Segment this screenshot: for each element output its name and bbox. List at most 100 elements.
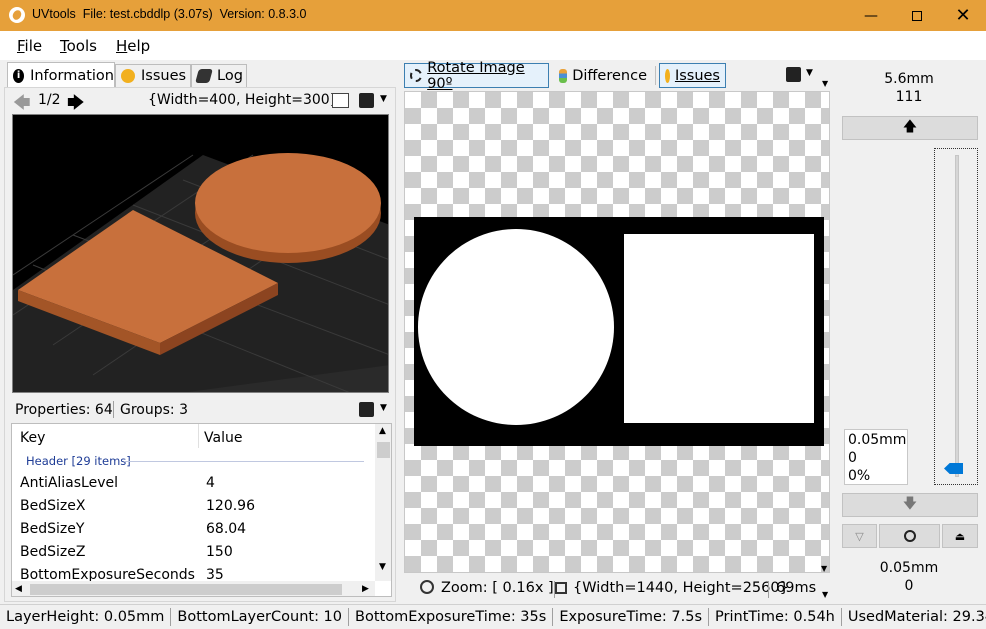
- app-logo-icon: [9, 7, 25, 23]
- horizontal-scrollbar[interactable]: ◀ ▶: [12, 581, 375, 596]
- title-bar: UVtools File: test.cbddlp (3.07s) Versio…: [0, 0, 986, 31]
- divider: [113, 401, 114, 418]
- properties-table[interactable]: Key Value Header [29 items] AntiAliasLev…: [11, 423, 392, 597]
- render-time: 69ms: [776, 580, 817, 596]
- magnifier-icon: [420, 580, 434, 594]
- preview-size: {Width=400, Height=300}: [148, 92, 339, 108]
- issues-icon: [121, 69, 135, 83]
- scroll-thumb[interactable]: [30, 584, 342, 595]
- scroll-thumb[interactable]: [377, 442, 390, 458]
- chevron-down-icon: ▽: [855, 529, 864, 543]
- bottom-layer-height: 0.05mm: [879, 560, 939, 576]
- layer-up-button[interactable]: ⏏: [942, 524, 978, 548]
- table-row[interactable]: AntiAliasLevel 4: [20, 475, 380, 497]
- arrow-up-icon: 🡅: [902, 119, 918, 135]
- exposure-status: ExposureTime: 7.5s: [559, 608, 710, 626]
- bottom-layer-count-status: BottomLayerCount: 10: [177, 608, 350, 626]
- top-layer-index: 111: [895, 89, 923, 105]
- table-row[interactable]: BedSizeZ 150: [20, 544, 380, 566]
- issues-icon: [665, 68, 670, 83]
- properties-count: Properties: 64: [15, 402, 113, 418]
- divider: [198, 424, 199, 448]
- save-icon[interactable]: [359, 93, 374, 108]
- window-title: UVtools File: test.cbddlp (3.07s) Versio…: [32, 7, 307, 21]
- maximize-button[interactable]: [894, 0, 940, 31]
- layer-canvas[interactable]: ▼: [404, 91, 830, 573]
- column-header-key[interactable]: Key: [20, 430, 45, 446]
- current-layer-percent: 0%: [848, 468, 871, 484]
- magnifier-icon: [903, 530, 916, 542]
- used-material-status: UsedMaterial: 29.34ml: [848, 608, 986, 626]
- preview-nav-row: 🡄 1/2 🡆 {Width=400, Height=300} ▼: [5, 88, 397, 114]
- divider: [655, 66, 656, 85]
- canvas-status-bar: Zoom: [ 0.16x ] {Width=1440, Height=2560…: [404, 576, 830, 602]
- difference-button[interactable]: Difference: [553, 63, 653, 88]
- menu-tools[interactable]: Tools: [60, 37, 97, 55]
- scroll-up-icon[interactable]: ▲: [379, 426, 386, 436]
- status-bar: LayerHeight: 0.05mm BottomLayerCount: 10…: [0, 604, 986, 629]
- layer-top-button[interactable]: 🡅: [842, 116, 978, 140]
- chevron-down-icon[interactable]: ▼: [806, 68, 813, 78]
- zoom-label: Zoom: [ 0.16x ]: [441, 580, 554, 596]
- bottom-layer-index: 0: [904, 578, 914, 594]
- log-book-icon: [195, 69, 213, 83]
- tab-log[interactable]: Log: [191, 64, 247, 87]
- save-icon[interactable]: [359, 402, 374, 417]
- properties-bar: Properties: 64 Groups: 3 ▼: [5, 398, 397, 422]
- scroll-right-icon[interactable]: ▶: [362, 584, 369, 594]
- layer-down-button[interactable]: ▽: [842, 524, 877, 548]
- divider: [768, 581, 769, 598]
- preview-thumbnail: [12, 114, 389, 393]
- scroll-down-icon[interactable]: ▼: [379, 562, 386, 572]
- preview-page: 1/2: [38, 92, 61, 108]
- close-button[interactable]: ✕: [940, 0, 986, 31]
- layer-info-box: 0.05mm 0 0%: [844, 429, 908, 485]
- information-panel: 🡄 1/2 🡆 {Width=400, Height=300} ▼ Proper…: [4, 87, 396, 602]
- go-to-layer-button[interactable]: [879, 524, 940, 548]
- layer-image: [414, 217, 824, 446]
- bounds-icon: [555, 582, 567, 594]
- vertical-scrollbar[interactable]: ▲ ▼: [375, 424, 391, 581]
- chevron-down-icon[interactable]: ▼: [380, 94, 387, 104]
- circle-shape: [418, 229, 614, 425]
- top-layer-height: 5.6mm: [884, 71, 934, 87]
- layers-icon: [559, 68, 568, 83]
- info-icon: i: [13, 68, 25, 83]
- column-header-value[interactable]: Value: [204, 430, 242, 446]
- layer-bottom-button[interactable]: 🡇: [842, 493, 978, 517]
- tab-issues[interactable]: Issues: [115, 64, 191, 87]
- bottom-exposure-status: BottomExposureTime: 35s: [355, 608, 554, 626]
- menu-bar: File Tools Help: [0, 31, 986, 60]
- arrow-down-icon: 🡇: [902, 496, 918, 512]
- chevron-down-icon[interactable]: ▼: [380, 403, 387, 413]
- groups-count: Groups: 3: [120, 402, 188, 418]
- overflow-icon[interactable]: ▼: [822, 590, 828, 599]
- eject-icon: ⏏: [954, 529, 966, 543]
- rotate-icon: [410, 69, 423, 82]
- overflow-icon[interactable]: ▼: [821, 564, 827, 572]
- menu-help[interactable]: Help: [116, 37, 150, 55]
- layer-navigation-panel: 5.6mm 111 🡅 0.05mm 0 0% 🡇 ▽ ⏏ 0.05mm 0: [834, 60, 986, 603]
- menu-file[interactable]: File: [17, 37, 42, 55]
- current-layer-height: 0.05mm: [848, 432, 907, 448]
- slider-track: [955, 155, 959, 477]
- save-icon[interactable]: [786, 67, 801, 82]
- slider-thumb[interactable]: [944, 463, 963, 474]
- layer-slider[interactable]: [934, 148, 978, 485]
- group-header[interactable]: Header [29 items]: [26, 454, 131, 468]
- issues-toggle-button[interactable]: Issues: [659, 63, 726, 88]
- tab-information[interactable]: i Information: [7, 62, 115, 88]
- table-row[interactable]: BedSizeX 120.96: [20, 498, 380, 520]
- scroll-left-icon[interactable]: ◀: [15, 584, 22, 594]
- layer-height-status: LayerHeight: 0.05mm: [6, 608, 172, 626]
- minimize-button[interactable]: —: [848, 0, 894, 31]
- overflow-icon[interactable]: ▼: [822, 79, 828, 88]
- rotate-image-button[interactable]: Rotate Image 90º: [404, 60, 549, 92]
- square-shape: [624, 234, 814, 423]
- current-layer-index: 0: [848, 450, 857, 466]
- resolution-label: {Width=1440, Height=2560}: [573, 580, 789, 596]
- image-icon[interactable]: [332, 93, 349, 108]
- print-time-status: PrintTime: 0.54h: [715, 608, 842, 626]
- divider: [124, 461, 364, 462]
- table-row[interactable]: BedSizeY 68.04: [20, 521, 380, 543]
